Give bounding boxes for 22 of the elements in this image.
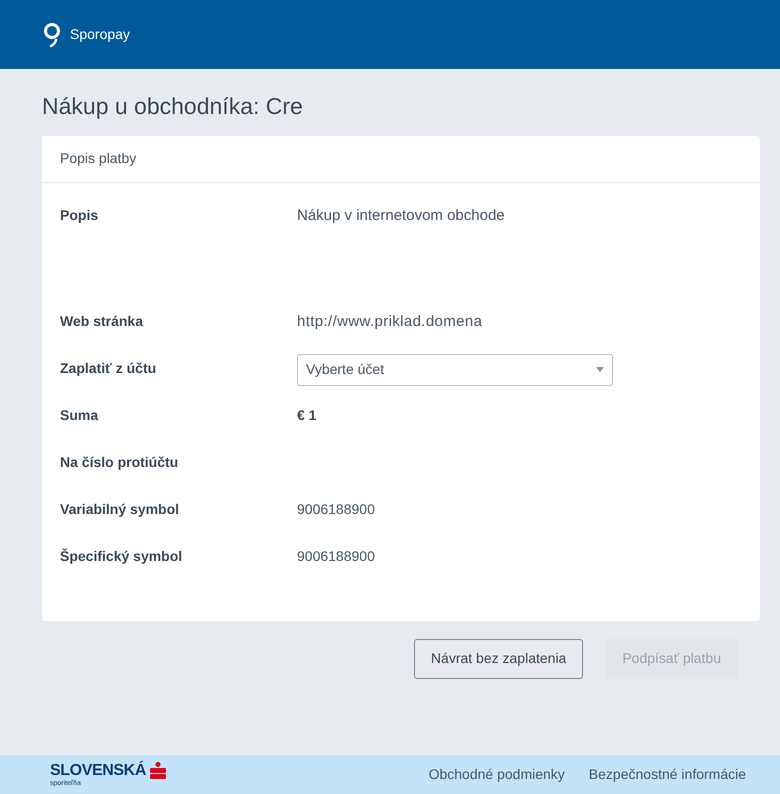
description-value: Nákup v internetovom obchode xyxy=(297,206,505,226)
brand-logo-icon xyxy=(42,22,62,48)
dropdown-caret-icon xyxy=(596,367,604,372)
card-heading: Popis platby xyxy=(60,149,136,168)
field-label: Na číslo protiúčtu xyxy=(60,452,180,472)
amount-value: € 1 xyxy=(297,406,316,424)
field-value: 9006188900 xyxy=(297,500,375,518)
bank-emblem-icon xyxy=(150,762,166,780)
brand-name: Sporopay xyxy=(70,25,130,44)
field-label: Popis xyxy=(60,206,100,225)
account-select[interactable]: Vyberte účet xyxy=(297,354,613,386)
field-label: Zaplatiť z účtu xyxy=(60,358,158,378)
field-label: Suma xyxy=(60,406,100,424)
field-label: Web stránka xyxy=(60,312,144,330)
footer-link[interactable]: Obchodné podmienky xyxy=(428,764,565,785)
website-value: http://www.priklad.domena xyxy=(297,312,482,332)
field-label: Variabilný symbol xyxy=(60,500,180,519)
field-value: 9006188900 xyxy=(297,546,375,566)
footer-link[interactable]: Bezpečnostné informácie xyxy=(588,764,746,785)
return-button[interactable]: Návrat bez zaplatenia xyxy=(414,638,584,678)
page-title: Nákup u obchodníka: Cre xyxy=(42,92,304,121)
field-label: Špecifický symbol xyxy=(60,546,184,566)
